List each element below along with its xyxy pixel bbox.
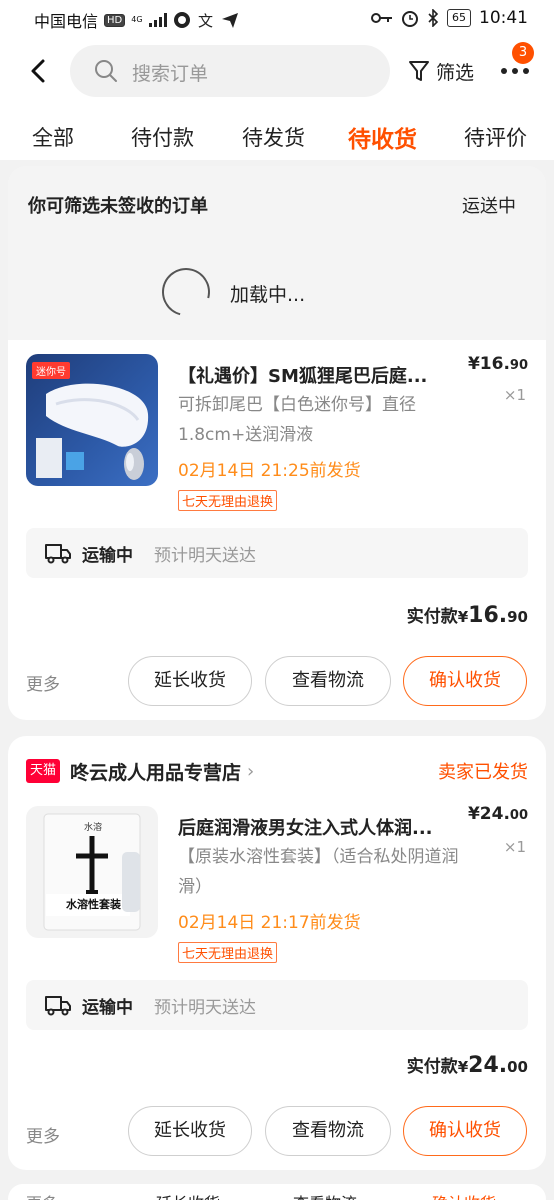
bluetooth-icon	[428, 9, 439, 27]
order-card-partial[interactable]: 更多 延长收货 查看物流 确认收货	[8, 1184, 546, 1200]
unit-price-cents: 00	[509, 808, 528, 823]
hd-icon: HD	[104, 13, 126, 27]
shop-header[interactable]: 天猫 咚云成人用品专营店 ›	[26, 756, 254, 786]
delivery-deadline: 02月14日 21:17前发货	[178, 913, 361, 933]
tab-pending-shipment[interactable]: 待发货	[242, 122, 305, 152]
eta-text: 预计明天送达	[154, 546, 256, 566]
unit-price-main: ¥16.	[467, 354, 510, 374]
paid-main: 16.	[468, 603, 508, 628]
carrier-label: 中国电信	[34, 12, 99, 31]
product-title[interactable]: 【礼遇价】SM狐狸尾巴后庭...	[178, 362, 468, 388]
search-input[interactable]: 搜索订单	[70, 45, 390, 97]
loading-text: 加载中...	[230, 284, 306, 306]
eta-text: 预计明天送达	[154, 998, 256, 1018]
truck-icon	[45, 996, 71, 1016]
delivery-deadline: 02月14日 21:25前发货	[178, 461, 361, 481]
filter-button[interactable]: 筛选	[408, 56, 474, 86]
quantity: ×1	[503, 386, 526, 404]
signal-icon	[148, 13, 167, 27]
thumb-label-main: 水溶性套装	[66, 898, 121, 911]
shipping-filter-chip[interactable]: 运送中	[462, 192, 516, 218]
order-card[interactable]: 迷你号 【礼遇价】SM狐狸尾巴后庭... ¥16.90 ×1 可拆卸尾巴【白色迷…	[8, 340, 546, 720]
paid-currency: ¥	[457, 608, 469, 626]
back-arrow-icon[interactable]	[24, 56, 54, 86]
unit-price: ¥16.90	[468, 354, 528, 374]
logistics-status[interactable]: 运输中 预计明天送达	[26, 980, 528, 1030]
extend-receipt-button[interactable]: 延长收货	[128, 656, 252, 706]
tmall-logo: 天猫	[26, 759, 61, 783]
paid-label: 实付款	[406, 1057, 458, 1077]
paid-currency: ¥	[457, 1058, 469, 1076]
key-icon	[371, 13, 392, 23]
logistics-status[interactable]: 运输中 预计明天送达	[26, 528, 528, 578]
more-actions-link[interactable]: 更多	[26, 670, 60, 695]
thumb-label-small: 水溶	[84, 823, 103, 833]
tab-pending-receipt[interactable]: 待收货	[348, 120, 417, 154]
status-bar: 中国电信 HD 4G 文 65 10:41	[0, 0, 554, 38]
product-title[interactable]: 后庭润滑液男女注入式人体润...	[178, 814, 468, 840]
send-icon	[221, 13, 238, 28]
network-label: 4G	[131, 15, 143, 24]
shop-name[interactable]: 咚云成人用品专营店	[70, 758, 241, 785]
search-icon	[95, 60, 117, 82]
product-spec: 可拆卸尾巴【白色迷你号】直径1.8cm+送润滑液	[178, 395, 416, 445]
svg-text:文: 文	[198, 12, 213, 29]
unit-price: ¥24.00	[468, 804, 528, 824]
search-placeholder: 搜索订单	[132, 63, 209, 85]
filter-tip: 你可筛选未签收的订单	[28, 196, 208, 217]
battery-icon: 65	[447, 9, 471, 27]
funnel-icon	[409, 61, 429, 81]
tab-all[interactable]: 全部	[32, 122, 74, 152]
truck-icon	[45, 544, 71, 564]
confirm-receipt-button[interactable]: 确认收货	[403, 656, 527, 706]
view-logistics-button[interactable]: 查看物流	[265, 656, 391, 706]
view-logistics-button[interactable]: 查看物流	[293, 1190, 357, 1200]
order-status: 卖家已发货	[438, 762, 528, 783]
notification-badge: 3	[512, 42, 534, 64]
app-circle-icon	[173, 12, 190, 28]
order-tabs: 全部 待付款 待发货 待收货 待评价	[0, 116, 554, 160]
paid-cents: 90	[507, 608, 528, 626]
confirm-receipt-button[interactable]: 确认收货	[403, 1106, 527, 1156]
more-actions-link[interactable]: 更多	[26, 1122, 60, 1147]
alarm-icon	[402, 11, 418, 27]
transit-status: 运输中	[82, 998, 133, 1018]
product-spec: 【原装水溶性套装】（适合私处阴道润滑）	[178, 847, 459, 897]
paid-amount: 实付款¥16.90	[407, 602, 528, 628]
filter-label: 筛选	[436, 61, 475, 84]
quantity: ×1	[503, 838, 526, 856]
product-image[interactable]: 水溶 水溶性套装	[26, 806, 158, 938]
unit-price-cents: 90	[509, 358, 528, 373]
header: 搜索订单 筛选	[0, 44, 554, 100]
return-policy-tag: 七天无理由退换	[178, 942, 278, 963]
translate-icon: 文	[198, 12, 213, 29]
extend-receipt-button[interactable]: 延长收货	[128, 1106, 252, 1156]
extend-receipt-button[interactable]: 延长收货	[156, 1190, 220, 1200]
product-image[interactable]: 迷你号	[26, 354, 158, 486]
clock: 10:41	[479, 8, 528, 28]
chevron-right-icon: ›	[247, 760, 255, 782]
paid-cents: 00	[507, 1058, 528, 1076]
unit-price-main: ¥24.	[467, 804, 510, 824]
more-actions-link[interactable]: 更多	[26, 1190, 58, 1200]
more-dots-icon	[501, 68, 529, 74]
tab-pending-review[interactable]: 待评价	[464, 122, 527, 152]
loading-spinner-icon	[153, 259, 219, 325]
view-logistics-button[interactable]: 查看物流	[265, 1106, 391, 1156]
paid-main: 24.	[468, 1053, 508, 1078]
filter-panel: 你可筛选未签收的订单 运送中 加载中...	[8, 166, 546, 340]
tab-pending-payment[interactable]: 待付款	[131, 122, 194, 152]
confirm-receipt-button[interactable]: 确认收货	[432, 1190, 496, 1200]
return-policy-tag: 七天无理由退换	[178, 490, 278, 511]
fox-tail-plug-image	[36, 383, 149, 480]
paid-label: 实付款	[406, 607, 458, 627]
transit-status: 运输中	[82, 546, 133, 566]
order-card[interactable]: 天猫 咚云成人用品专营店 › 卖家已发货 水溶 水溶性套装 后庭润滑液男女注入式…	[8, 736, 546, 1170]
paid-amount: 实付款¥24.00	[407, 1052, 528, 1078]
